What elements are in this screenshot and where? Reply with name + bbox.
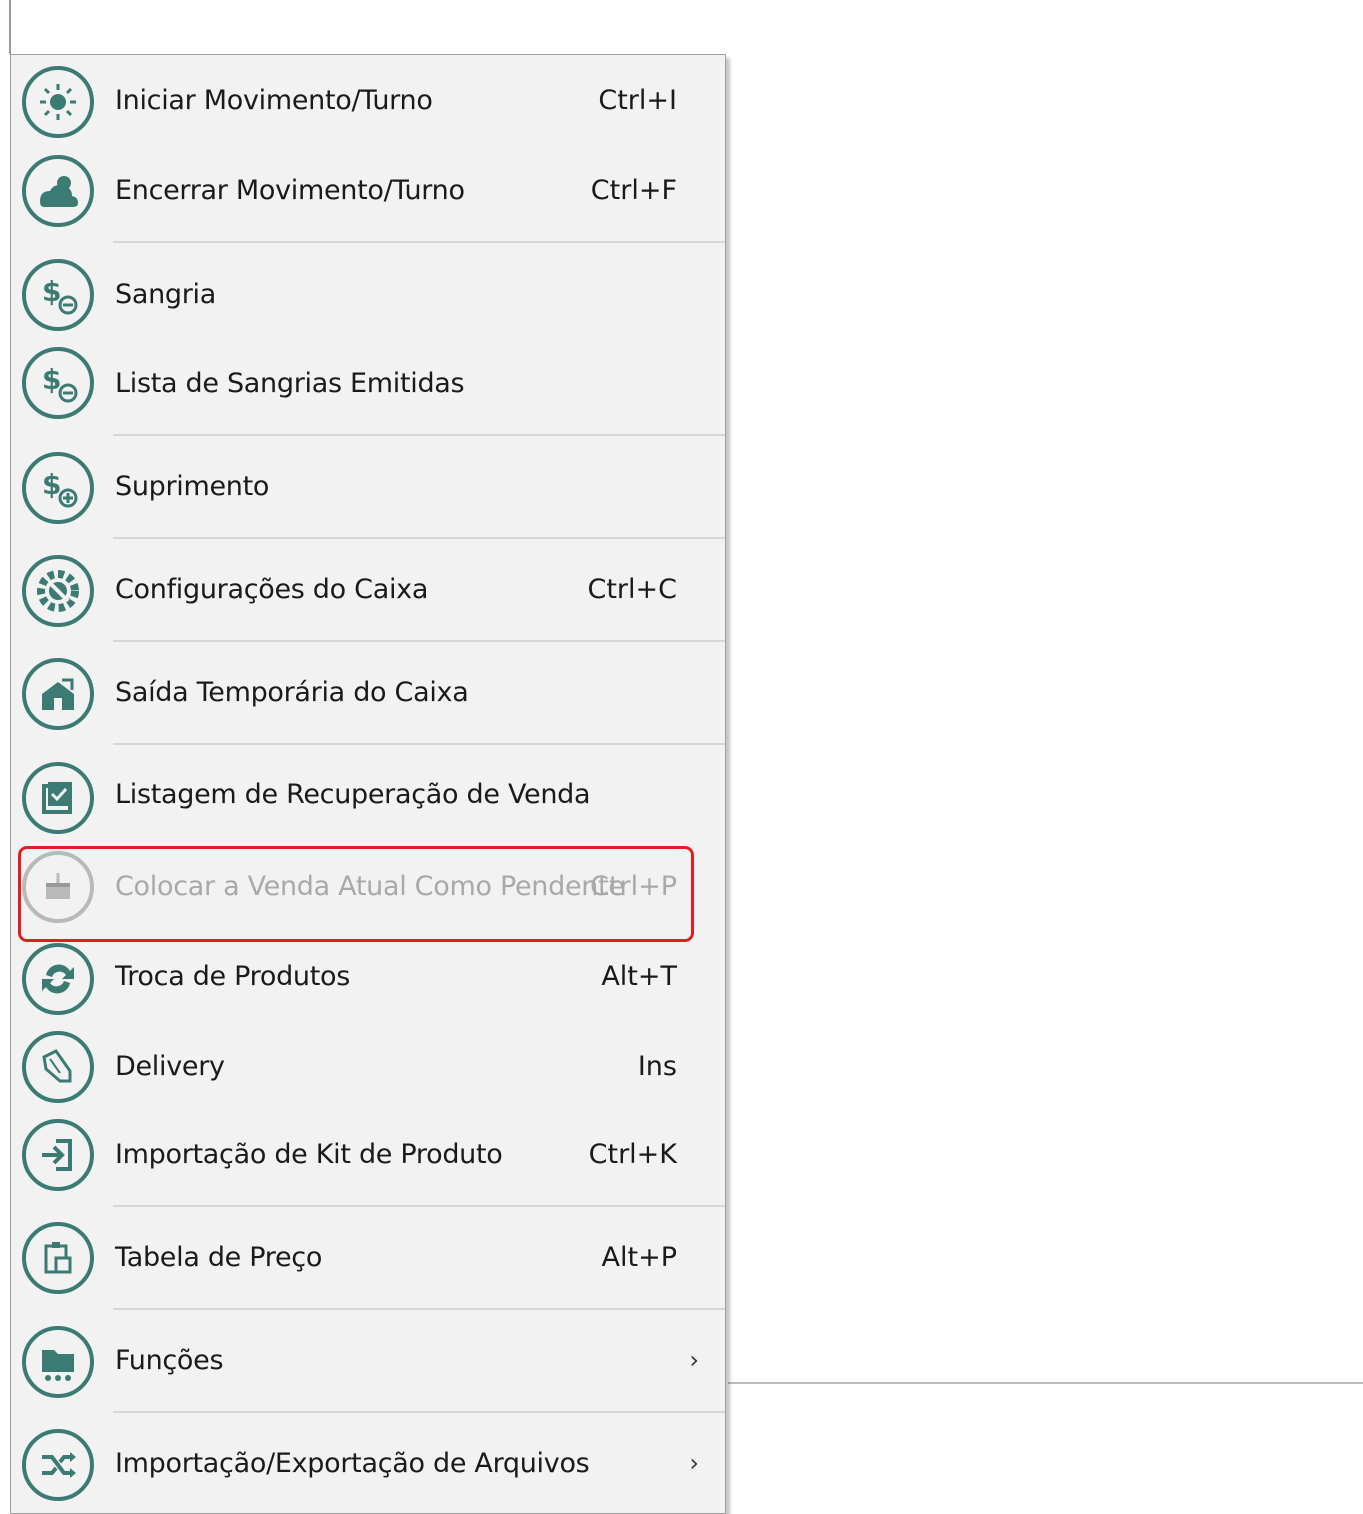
menu-item-label: Configurações do Caixa [115, 574, 429, 605]
menu-item-label: Troca de Produtos [115, 961, 351, 992]
svg-text:$: $ [42, 468, 61, 501]
menu-item-shortcut: Ctrl+F [590, 175, 677, 206]
menu-item-label: Lista de Sangrias Emitidas [115, 368, 465, 399]
house-exit-icon [22, 658, 94, 730]
exchange-icon [22, 943, 94, 1015]
menu-item-iniciar-movimento[interactable]: Iniciar Movimento/Turno Ctrl+I [11, 55, 725, 147]
context-menu: Iniciar Movimento/Turno Ctrl+I Encerrar … [10, 54, 726, 1514]
gear-wrench-icon [22, 555, 94, 627]
menu-separator [113, 241, 725, 243]
menu-item-label: Suprimento [115, 471, 270, 502]
menu-item-encerrar-movimento[interactable]: Encerrar Movimento/Turno Ctrl+F [11, 147, 725, 237]
menu-item-delivery[interactable]: Delivery Ins [11, 1027, 725, 1117]
menu-item-shortcut: Ctrl+I [598, 85, 677, 116]
menu-separator [113, 434, 725, 436]
menu-item-importacao-exportacao[interactable]: Importação/Exportação de Arquivos › [11, 1416, 725, 1514]
menu-item-importacao-kit[interactable]: Importação de Kit de Produto Ctrl+K [11, 1117, 725, 1209]
svg-text:$: $ [42, 275, 61, 308]
menu-separator [113, 1308, 725, 1310]
menu-item-label: Saída Temporária do Caixa [115, 677, 469, 708]
clipboard-icon [22, 1222, 94, 1294]
menu-item-label: Iniciar Movimento/Turno [115, 85, 433, 116]
svg-text:$: $ [42, 363, 61, 396]
menu-item-configuracoes-caixa[interactable]: Configurações do Caixa Ctrl+C [11, 542, 725, 640]
menu-item-suprimento[interactable]: $ Suprimento [11, 439, 725, 537]
menu-separator [113, 1411, 725, 1413]
folder-cart-icon [22, 1326, 94, 1398]
menu-separator [113, 743, 725, 745]
menu-item-sangria[interactable]: $ Sangria [11, 247, 725, 339]
menu-item-funcoes[interactable]: Funções › [11, 1313, 725, 1411]
highlight-annotation [18, 846, 694, 942]
import-icon [22, 1119, 94, 1191]
menu-separator [113, 640, 725, 642]
menu-item-shortcut: Alt+T [601, 961, 677, 992]
submenu-chevron-icon: › [689, 1346, 699, 1374]
dollar-minus-icon: $ [22, 259, 94, 331]
menu-item-shortcut: Ctrl+K [588, 1139, 677, 1170]
menu-item-label: Listagem de Recuperação de Venda [115, 779, 591, 810]
menu-item-label: Sangria [115, 279, 216, 310]
menu-item-label: Tabela de Preço [115, 1242, 323, 1273]
dollar-plus-icon: $ [22, 452, 94, 524]
menu-item-label: Encerrar Movimento/Turno [115, 175, 465, 206]
menu-separator [113, 1205, 725, 1207]
background-divider [728, 1382, 1363, 1384]
menu-item-saida-temporaria[interactable]: Saída Temporária do Caixa [11, 645, 725, 743]
hand-card-icon [22, 1031, 94, 1103]
menu-item-troca-produtos[interactable]: Troca de Produtos Alt+T [11, 937, 725, 1027]
menu-item-label: Importação/Exportação de Arquivos [115, 1448, 590, 1479]
sun-icon [22, 66, 94, 138]
menu-item-lista-sangrias[interactable]: $ Lista de Sangrias Emitidas [11, 339, 725, 429]
menu-separator [113, 537, 725, 539]
menu-item-tabela-preco[interactable]: Tabela de Preço Alt+P [11, 1210, 725, 1308]
shuffle-icon [22, 1429, 94, 1501]
menu-item-listagem-recuperacao[interactable]: Listagem de Recuperação de Venda [11, 749, 725, 847]
dollar-minus-icon: $ [22, 347, 94, 419]
checklist-icon [22, 762, 94, 834]
menu-item-label: Importação de Kit de Produto [115, 1139, 503, 1170]
menu-item-shortcut: Ctrl+C [587, 574, 677, 605]
background-window-border [9, 0, 11, 54]
menu-item-shortcut: Alt+P [601, 1242, 677, 1273]
submenu-chevron-icon: › [689, 1449, 699, 1477]
menu-item-label: Delivery [115, 1051, 225, 1082]
cloud-sun-icon [22, 155, 94, 227]
menu-item-label: Funções [115, 1345, 224, 1376]
menu-item-shortcut: Ins [637, 1051, 677, 1082]
